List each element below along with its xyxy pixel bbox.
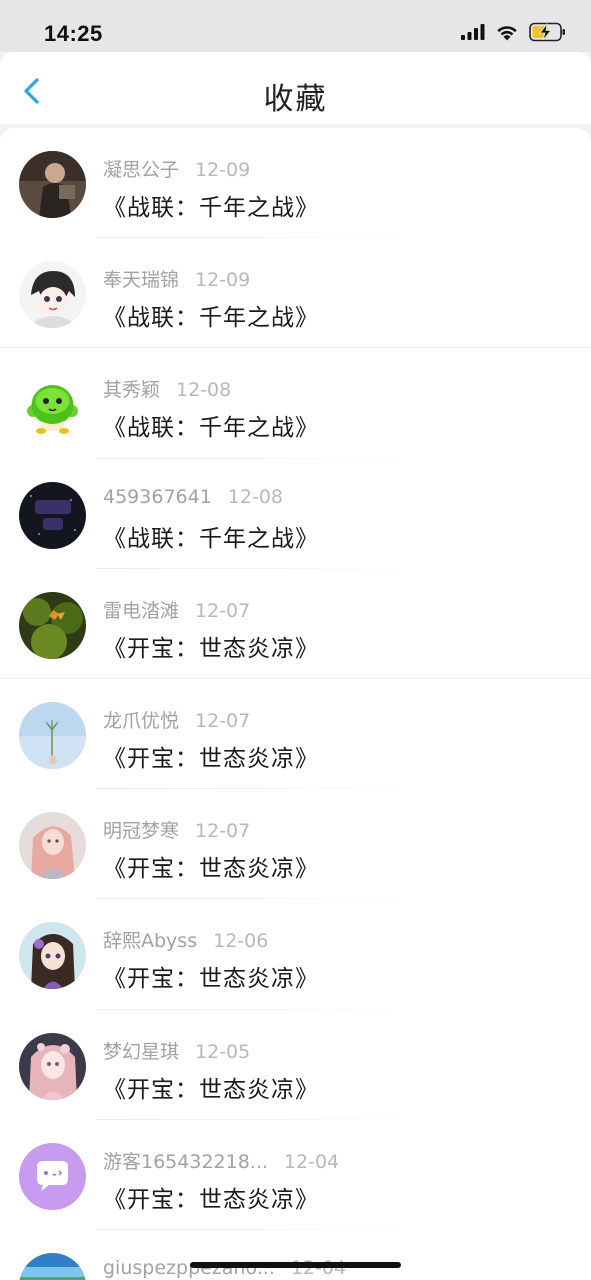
battery-charging-icon [529, 22, 567, 46]
user-name: 雷电涾滩 [103, 599, 180, 622]
status-icons [461, 22, 567, 46]
user-name: 游客165432218... [103, 1150, 268, 1173]
user-name: 奉天瑞锦 [103, 269, 180, 292]
user-name: 凝思公子 [103, 159, 180, 181]
favorite-date: 12-05 [195, 1040, 251, 1063]
favorite-date: 12-06 [213, 930, 269, 953]
list-item[interactable]: 游客165432218... 12-04 《开宝：世态炎凉》 [0, 1120, 591, 1230]
work-title: 《开宝：世态炎凉》 [103, 635, 319, 662]
avatar[interactable] [19, 261, 86, 329]
work-title: 《战联：千年之战》 [103, 305, 319, 332]
user-name: 龙爪优悦 [103, 709, 180, 732]
work-title: 《开宝：世态炎凉》 [103, 1186, 319, 1213]
list-item[interactable]: 明冠梦寒 12-07 《开宝：世态炎凉》 [0, 789, 591, 900]
avatar[interactable] [19, 1252, 86, 1280]
avatar[interactable] [19, 812, 86, 880]
work-title: 《战联：千年之战》 [103, 415, 319, 442]
list-item[interactable]: giuspezppezano...12-04 [0, 1230, 591, 1280]
favorite-date: 12-09 [195, 269, 251, 292]
avatar[interactable] [19, 481, 86, 549]
avatar[interactable] [19, 371, 86, 439]
user-name: 梦幻星琪 [103, 1040, 180, 1063]
list-item[interactable]: 459367641 12-08 《战联：千年之战》 [0, 459, 591, 569]
page-title: 收藏 [263, 82, 328, 117]
list-item[interactable]: 龙爪优悦 12-07 《开宝：世态炎凉》 [0, 679, 591, 790]
home-indicator[interactable] [190, 1262, 401, 1268]
avatar[interactable] [19, 1032, 86, 1100]
work-title: 《战联：千年之战》 [103, 525, 319, 552]
avatar[interactable] [19, 701, 86, 769]
favorite-date: 12-09 [195, 159, 251, 181]
favorite-date: 12-07 [195, 820, 251, 843]
work-title: 《开宝：世态炎凉》 [103, 1076, 319, 1103]
nav-bar: 收藏 [0, 52, 591, 124]
avatar[interactable] [19, 591, 86, 659]
favorite-date: 12-08 [176, 379, 232, 402]
user-name: 459367641 [103, 485, 212, 508]
list-item[interactable]: 雷电涾滩 12-07 《开宝：世态炎凉》 [0, 569, 591, 679]
favorite-date: 12-07 [195, 599, 251, 622]
work-title: 《开宝：世态炎凉》 [103, 856, 319, 883]
list-item[interactable]: 凝思公子 12-09 《战联：千年之战》 [0, 128, 591, 239]
favorite-date: 12-07 [195, 709, 251, 732]
status-time: 14:25 [44, 21, 103, 46]
avatar[interactable] [19, 1142, 86, 1210]
favorite-date: 12-04 [283, 1150, 340, 1173]
user-name: 辞熙Abyss [103, 930, 198, 953]
user-name: 其秀颖 [103, 379, 161, 402]
work-title: 《开宝：世态炎凉》 [103, 745, 319, 772]
work-title: 《战联：千年之战》 [103, 195, 319, 221]
signal-icon [461, 24, 485, 44]
user-name: 明冠梦寒 [103, 820, 180, 843]
status-bar: 14:25 [0, 0, 591, 52]
avatar[interactable] [19, 151, 86, 218]
list-item[interactable]: 辞熙Abyss 12-06 《开宝：世态炎凉》 [0, 899, 591, 1010]
work-title: 《开宝：世态炎凉》 [103, 966, 319, 993]
favorites-list: 凝思公子 12-09 《战联：千年之战》 奉天瑞锦 12-09 《战联：千年之战》 [0, 128, 591, 1280]
list-item[interactable]: 奉天瑞锦 12-09 《战联：千年之战》 [0, 238, 591, 349]
list-item[interactable]: 其秀颖 12-08 《战联：千年之战》 [0, 348, 591, 459]
wifi-icon [495, 24, 519, 45]
list-item[interactable]: 梦幻星琪 12-05 《开宝：世态炎凉》 [0, 1010, 591, 1120]
favorite-date: 12-08 [227, 485, 284, 508]
avatar[interactable] [19, 922, 86, 990]
